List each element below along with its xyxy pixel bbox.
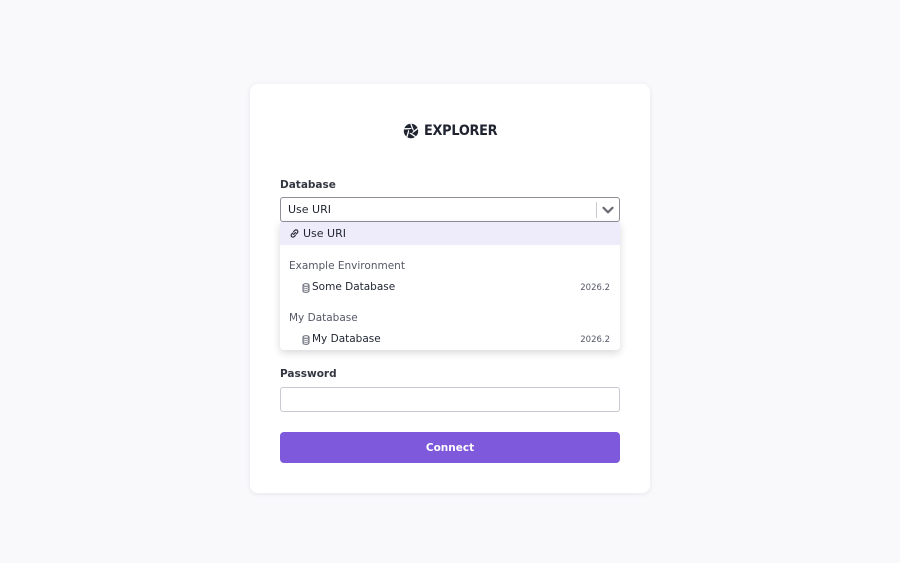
dropdown-group-header: Example Environment bbox=[289, 260, 405, 272]
database-icon bbox=[302, 283, 310, 293]
select-separator bbox=[596, 202, 597, 218]
database-dropdown-menu: Use URI Example Environment Some Database… bbox=[280, 222, 620, 350]
dropdown-option-version: 2026.2 bbox=[580, 335, 610, 345]
connect-button[interactable]: Connect bbox=[280, 432, 620, 463]
database-label: Database bbox=[280, 179, 336, 191]
dropdown-option-use-uri[interactable]: Use URI bbox=[280, 222, 620, 245]
dropdown-option-label: My Database bbox=[312, 333, 381, 345]
dropdown-option-database[interactable]: My Database 2026.2 bbox=[280, 330, 620, 350]
logo: EXPLORER bbox=[403, 122, 504, 140]
password-label: Password bbox=[280, 368, 337, 380]
aperture-icon bbox=[403, 123, 419, 139]
database-select-value: Use URI bbox=[288, 203, 331, 216]
login-card: EXPLORER Database Use URI Use URI Exampl… bbox=[250, 84, 650, 493]
dropdown-group-header: My Database bbox=[289, 312, 358, 324]
dropdown-option-version: 2026.2 bbox=[580, 283, 610, 293]
database-select[interactable]: Use URI bbox=[280, 197, 620, 222]
link-icon bbox=[290, 229, 299, 238]
database-icon bbox=[302, 335, 310, 345]
password-input[interactable] bbox=[280, 387, 620, 412]
dropdown-option-label: Some Database bbox=[312, 281, 396, 293]
chevron-down-icon[interactable] bbox=[601, 203, 615, 217]
logo-text: EXPLORER bbox=[424, 123, 498, 139]
dropdown-option-label: Use URI bbox=[303, 227, 346, 240]
dropdown-option-database[interactable]: Some Database 2026.2 bbox=[280, 278, 620, 298]
